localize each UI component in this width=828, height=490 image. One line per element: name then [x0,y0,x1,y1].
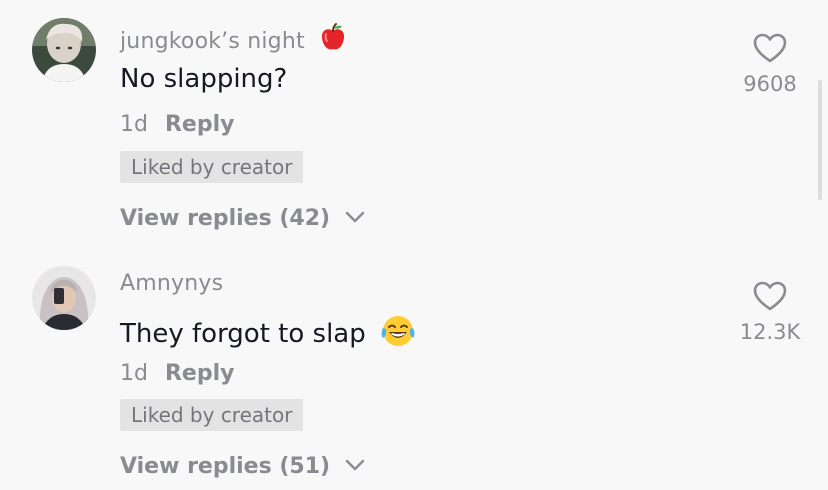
liked-by-creator-badge: Liked by creator [120,399,304,431]
heart-icon[interactable] [730,280,810,316]
view-replies-button[interactable]: View replies (42) [120,205,366,231]
apple-icon [318,22,348,58]
comment-meta: 1d Reply [120,361,234,386]
username-text[interactable]: jungkook’s night [120,29,305,54]
avatar[interactable] [32,18,96,82]
comment-text-content: No slapping? [120,64,288,94]
comment-meta: 1d Reply [120,112,234,137]
view-replies-label[interactable]: View replies (42) [120,206,330,231]
comment-item: Amnynys They forgot to slap 1d Reply Lik… [0,250,828,490]
comment-age: 1d [120,361,148,386]
avatar[interactable] [32,266,96,330]
view-replies-label[interactable]: View replies (51) [120,454,330,479]
like-control[interactable]: 9608 [730,32,810,96]
like-count: 12.3K [739,320,801,344]
scrollbar[interactable] [818,80,822,200]
comment-text: They forgot to slap [120,314,416,355]
face-with-tears-of-joy-icon [380,314,416,355]
chevron-down-icon[interactable] [344,453,366,478]
username[interactable]: Amnynys [120,271,223,296]
reply-button[interactable]: Reply [165,112,235,137]
heart-icon[interactable] [730,32,810,68]
comment-text: No slapping? [120,64,287,94]
reply-button[interactable]: Reply [165,361,235,386]
chevron-down-icon[interactable] [344,205,366,230]
username-text[interactable]: Amnynys [120,271,223,296]
comment-age: 1d [120,112,148,137]
comment-text-content: They forgot to slap [120,319,366,349]
liked-by-creator-badge: Liked by creator [120,151,304,183]
username[interactable]: jungkook’s night [120,22,348,58]
like-count: 9608 [743,72,797,96]
comment-item: jungkook’s night No slapping? 1d Reply L… [0,0,828,250]
view-replies-button[interactable]: View replies (51) [120,453,366,479]
like-control[interactable]: 12.3K [730,280,810,344]
